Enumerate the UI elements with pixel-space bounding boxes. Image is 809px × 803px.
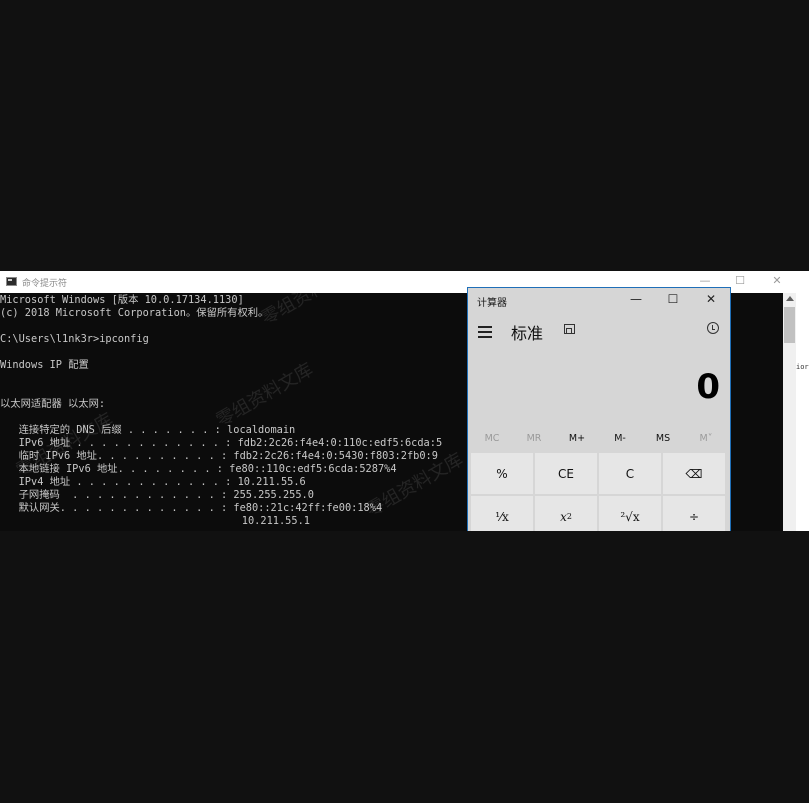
desktop-screen: 命令提示符 — ☐ ✕ Microsoft Windows [版本 10.0.1… xyxy=(0,271,809,531)
memory-recall-button[interactable]: MR xyxy=(519,433,549,444)
calc-minimize-button[interactable]: — xyxy=(628,292,644,306)
cmd-line: IPv6 地址 . . . . . . . . . . . . : fdb2:2… xyxy=(0,437,443,449)
calculator-window[interactable]: 计算器 — ☐ ✕ 标准 0 MC MR M+ M- MS M˅ % CE C … xyxy=(467,287,731,531)
square-base: x xyxy=(560,509,567,524)
cmd-line: IPv4 地址 . . . . . . . . . . . . : 10.211… xyxy=(0,476,306,488)
cmd-scrollbar[interactable] xyxy=(783,293,796,531)
memory-add-button[interactable]: M+ xyxy=(562,433,592,444)
square-button[interactable]: x2 xyxy=(535,496,597,531)
cmd-line: (c) 2018 Microsoft Corporation。保留所有权利。 xyxy=(0,307,269,319)
calc-maximize-button[interactable]: ☐ xyxy=(665,292,681,306)
console-icon xyxy=(6,277,17,286)
cmd-line: 子网掩码 . . . . . . . . . . . . : 255.255.2… xyxy=(0,489,314,501)
percent-button[interactable]: % xyxy=(471,453,533,494)
cmd-line: Windows IP 配置 xyxy=(0,359,89,371)
scroll-thumb[interactable] xyxy=(784,307,795,343)
divide-button[interactable]: ÷ xyxy=(663,496,725,531)
cmd-line: 10.211.55.1 xyxy=(0,515,310,527)
clear-entry-button[interactable]: CE xyxy=(535,453,597,494)
cmd-title: 命令提示符 xyxy=(22,279,68,289)
history-icon[interactable] xyxy=(707,322,719,334)
memory-store-button[interactable]: MS xyxy=(648,433,678,444)
backspace-button[interactable]: ⌫ xyxy=(663,453,725,494)
cmd-line: 临时 IPv6 地址. . . . . . . . . . : fdb2:2c2… xyxy=(0,450,438,462)
backspace-icon: ⌫ xyxy=(685,466,703,481)
square-exponent: 2 xyxy=(566,512,572,521)
cmd-line: 本地链接 IPv6 地址. . . . . . . . : fe80::110c… xyxy=(0,463,397,475)
cmd-line: 默认网关. . . . . . . . . . . . . : fe80::21… xyxy=(0,502,383,514)
memory-clear-button[interactable]: MC xyxy=(477,433,507,444)
calculator-mode: 标准 xyxy=(511,324,544,343)
scroll-up-arrow-icon[interactable] xyxy=(786,296,794,301)
background-window-edge: ior xyxy=(796,271,809,531)
cmd-line: Microsoft Windows [版本 10.0.17134.1130] xyxy=(0,294,244,306)
calculator-title: 计算器 xyxy=(477,298,507,309)
cmd-line: 以太网适配器 以太网: xyxy=(0,398,106,410)
cmd-line: C:\Users\l1nk3r>ipconfig xyxy=(0,333,149,345)
calculator-display: 0 xyxy=(696,367,720,407)
square-root-button[interactable]: ²√x xyxy=(599,496,661,531)
menu-icon[interactable] xyxy=(478,326,492,341)
keep-on-top-icon[interactable] xyxy=(564,324,575,334)
reciprocal-button[interactable]: ¹⁄x xyxy=(471,496,533,531)
cmd-close-button[interactable]: ✕ xyxy=(762,273,792,289)
memory-subtract-button[interactable]: M- xyxy=(605,433,635,444)
calc-close-button[interactable]: ✕ xyxy=(703,292,719,306)
background-window-text: ior xyxy=(796,363,809,371)
memory-list-button[interactable]: M˅ xyxy=(691,433,721,444)
cmd-line: 连接特定的 DNS 后缀 . . . . . . . : localdomain xyxy=(0,424,296,436)
clear-button[interactable]: C xyxy=(599,453,661,494)
